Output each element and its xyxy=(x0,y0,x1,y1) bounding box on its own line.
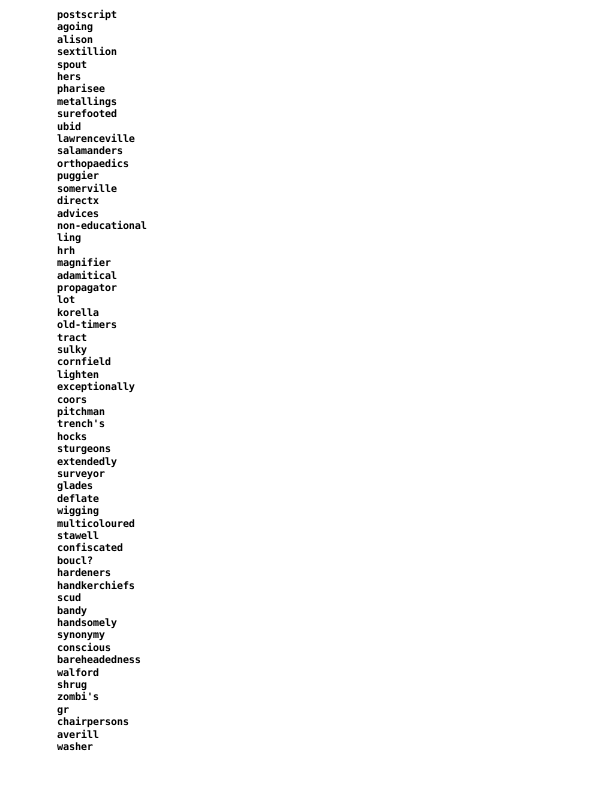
word-list-item: trench's xyxy=(57,419,105,431)
word-list-item: metallings xyxy=(57,96,117,108)
word-list: postscript agoing alison sextillion spout her… xyxy=(57,10,147,754)
word-list-item: pharisee xyxy=(57,84,105,96)
word-list-item: conscious xyxy=(57,642,111,654)
word-list-item: hers xyxy=(57,72,81,84)
word-list-item: lawrenceville xyxy=(57,134,135,146)
word-list-item: hardeners xyxy=(57,568,111,580)
word-list-item: extendedly xyxy=(57,456,117,468)
word-list-item: boucl? xyxy=(57,555,93,567)
word-list-item: postscript xyxy=(57,10,117,21)
word-list-item: puggier xyxy=(57,171,99,183)
word-list-item: sturgeons xyxy=(57,444,111,456)
word-list-item: propagator xyxy=(57,282,117,294)
word-list-item: sextillion xyxy=(57,47,117,59)
word-list-item: directx xyxy=(57,196,99,208)
word-list-item: advices xyxy=(57,208,99,220)
word-list-item: hrh xyxy=(57,245,75,257)
word-list-item: ling xyxy=(57,233,81,245)
word-list-item: lot xyxy=(57,295,75,307)
word-list-item: gr xyxy=(57,704,69,716)
word-list-item: zombi's xyxy=(57,692,99,704)
word-list-item: wigging xyxy=(57,506,99,518)
word-list-item: non-educational xyxy=(57,220,147,232)
word-list-item: old-timers xyxy=(57,320,117,332)
word-list-item: surveyor xyxy=(57,469,105,481)
word-list-item: synonymy xyxy=(57,630,105,642)
word-list-item: ubid xyxy=(57,121,81,133)
word-list-item: korella xyxy=(57,307,99,319)
word-list-item: exceptionally xyxy=(57,382,135,394)
word-list-item: glades xyxy=(57,481,93,493)
word-list-item: chairpersons xyxy=(57,717,129,729)
word-list-item: bareheadedness xyxy=(57,655,141,667)
word-list-item: magnifier xyxy=(57,258,111,270)
word-list-item: tract xyxy=(57,332,87,344)
word-list-item: alison xyxy=(57,34,93,46)
word-list-item: spout xyxy=(57,59,87,71)
word-list-item: surefooted xyxy=(57,109,117,121)
document-page: postscript agoing alison sextillion spout her… xyxy=(0,0,612,792)
word-list-item: shrug xyxy=(57,679,87,691)
word-list-item: orthopaedics xyxy=(57,158,129,170)
word-list-item: handsomely xyxy=(57,617,117,629)
word-list-item: lighten xyxy=(57,369,99,381)
word-list-item: cornfield xyxy=(57,357,111,369)
word-list-item: multicoloured xyxy=(57,518,135,530)
word-list-item: hocks xyxy=(57,431,87,443)
word-list-item: somerville xyxy=(57,183,117,195)
word-list-item: bandy xyxy=(57,605,87,617)
word-list-item: adamitical xyxy=(57,270,117,282)
word-list-item: confiscated xyxy=(57,543,123,555)
word-list-item: scud xyxy=(57,593,81,605)
word-list-item: salamanders xyxy=(57,146,123,158)
word-list-item: walford xyxy=(57,667,99,679)
word-list-item: pitchman xyxy=(57,407,105,418)
word-list-item: deflate xyxy=(57,493,99,505)
word-list-item: stawell xyxy=(57,531,99,543)
word-list-item: handkerchiefs xyxy=(57,580,135,592)
word-list-item: washer xyxy=(57,741,93,753)
word-list-item: sulky xyxy=(57,344,87,356)
word-list-item: coors xyxy=(57,394,87,406)
word-list-item: agoing xyxy=(57,22,93,34)
word-list-item: averill xyxy=(57,729,99,741)
